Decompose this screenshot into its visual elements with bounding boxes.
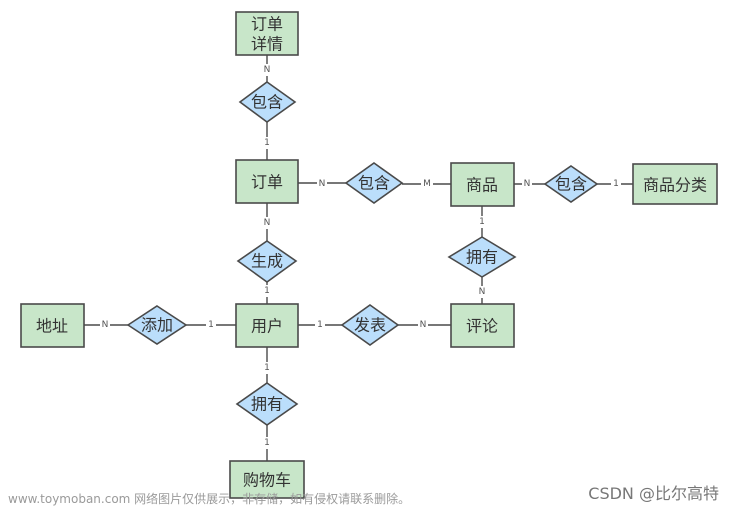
relationship-label: 拥有 — [466, 248, 498, 267]
cardinality-label: 1 — [264, 438, 270, 448]
cardinality-label: 1 — [264, 286, 270, 296]
cardinality-label: 1 — [317, 320, 323, 330]
entity-label: 购物车 — [243, 471, 291, 490]
cardinality-label: N — [524, 179, 531, 189]
entity-label: 商品分类 — [643, 176, 707, 195]
cardinality-label: N — [264, 218, 271, 228]
entity-review: 评论 — [450, 303, 515, 348]
er-diagram: N 1 N M N 1 1 N N 1 N 1 N 1 1 1 订单 详情 订单… — [0, 0, 735, 509]
entity-label: 订单 — [251, 15, 283, 34]
relationship-user-has-cart: 拥有 — [235, 382, 299, 426]
relationship-label: 包含 — [358, 174, 390, 193]
cardinality-label: N — [319, 179, 326, 189]
cardinality-label: N — [264, 65, 271, 75]
diagram-canvas: N 1 N M N 1 1 N N 1 N 1 N 1 1 1 订单 详情 订单… — [20, 11, 718, 499]
cardinality-label: N — [102, 320, 109, 330]
entity-label: 商品 — [466, 176, 498, 195]
entity-product: 商品 — [450, 162, 515, 207]
relationship-add: 添加 — [126, 305, 188, 345]
cardinality-label: N — [479, 287, 486, 297]
cardinality-label: 1 — [479, 217, 485, 227]
cardinality-label: 1 — [264, 138, 270, 148]
relationship-product-has-review: 拥有 — [447, 236, 517, 278]
entity-label: 详情 — [251, 35, 283, 54]
entity-label: 订单 — [251, 173, 283, 192]
entity-user: 用户 — [235, 303, 299, 348]
entity-order: 订单 — [235, 159, 299, 204]
watermark-site: www.toymoban.com 网络图片仅供展示，非存储，如有侵权请联系删除。 — [8, 492, 411, 506]
entity-address: 地址 — [20, 303, 85, 348]
entity-label: 地址 — [36, 317, 68, 336]
entity-order-detail: 订单 详情 — [235, 11, 299, 56]
cardinality-label: 1 — [613, 179, 619, 189]
relationship-label: 发表 — [354, 316, 386, 335]
relationship-label: 拥有 — [251, 395, 283, 414]
relationship-label: 包含 — [555, 175, 587, 194]
relationship-contains-detail: 包含 — [238, 81, 297, 123]
cardinality-label: N — [420, 320, 427, 330]
relationship-publish: 发表 — [340, 304, 400, 346]
connectors — [84, 55, 633, 461]
relationship-contains-product: 包含 — [344, 162, 404, 204]
relationship-label: 包含 — [251, 93, 283, 112]
relationship-contains-category: 包含 — [543, 165, 599, 203]
entity-label: 评论 — [466, 317, 498, 336]
entity-category: 商品分类 — [632, 163, 718, 205]
watermark-author: CSDN @比尔高特 — [588, 484, 719, 503]
cardinality-label: M — [423, 179, 431, 189]
relationship-label: 添加 — [141, 316, 173, 335]
cardinality-label: 1 — [264, 363, 270, 373]
relationship-generate: 生成 — [236, 240, 298, 283]
relationship-label: 生成 — [251, 252, 283, 271]
cardinality-labels: N 1 N M N 1 1 N N 1 N 1 N 1 1 1 — [100, 64, 621, 449]
cardinality-label: 1 — [208, 320, 214, 330]
entity-label: 用户 — [251, 317, 283, 336]
